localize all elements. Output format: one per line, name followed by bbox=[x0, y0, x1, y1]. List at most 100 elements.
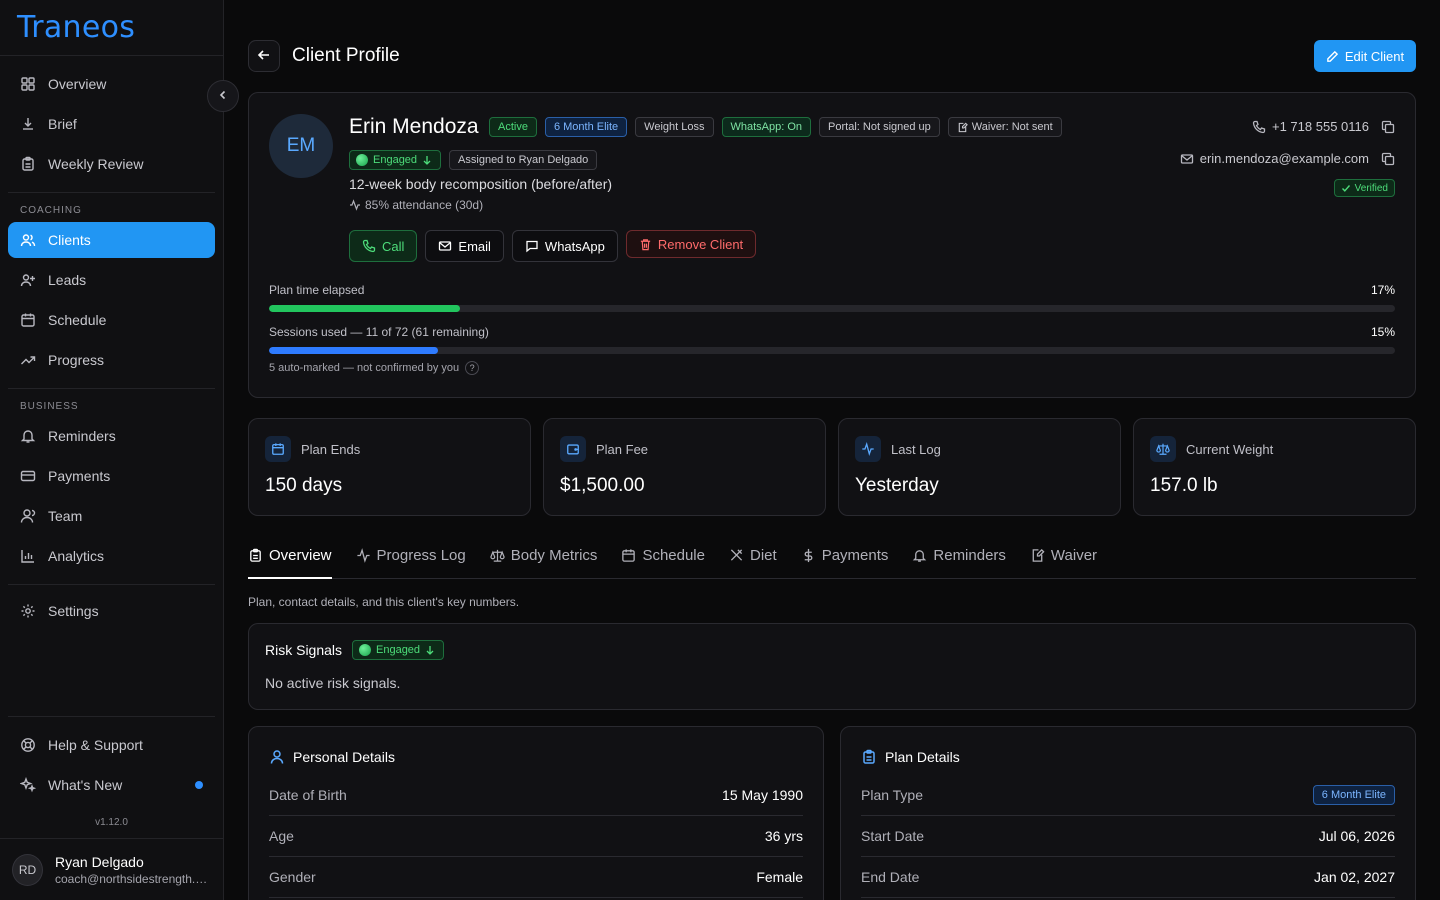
engagement-badge[interactable]: Engaged bbox=[349, 150, 442, 170]
assigned-coach-badge: Assigned to Ryan Delgado bbox=[449, 150, 598, 170]
detail-row-end-date: End Date Jan 02, 2027 bbox=[861, 857, 1395, 898]
users-icon bbox=[20, 232, 36, 248]
tab-reminders[interactable]: Reminders bbox=[912, 542, 1006, 579]
sidebar-item-progress[interactable]: Progress bbox=[8, 342, 215, 378]
sidebar: Traneos Overview Brief Weekly Review COA… bbox=[0, 0, 224, 900]
sidebar-item-reminders[interactable]: Reminders bbox=[8, 418, 215, 454]
sidebar-item-settings[interactable]: Settings bbox=[8, 593, 215, 629]
remove-client-button[interactable]: Remove Client bbox=[625, 230, 757, 258]
tab-payments[interactable]: Payments bbox=[801, 542, 889, 579]
sidebar-item-overview[interactable]: Overview bbox=[8, 66, 215, 102]
email-button[interactable]: Email bbox=[425, 230, 504, 262]
section-title: Plan Details bbox=[885, 749, 960, 765]
sidebar-item-label: Overview bbox=[48, 76, 107, 92]
tab-waiver[interactable]: Waiver bbox=[1030, 542, 1097, 579]
client-avatar: EM bbox=[269, 114, 333, 178]
calendar-icon bbox=[265, 436, 291, 462]
logo[interactable]: Traneos bbox=[0, 0, 223, 56]
sidebar-item-label: Settings bbox=[48, 603, 99, 619]
copy-phone-icon[interactable] bbox=[1381, 120, 1395, 134]
tab-label: Progress Log bbox=[376, 547, 466, 564]
waiver-badge: Waiver: Not sent bbox=[947, 117, 1062, 137]
sidebar-item-whats-new[interactable]: What's New bbox=[8, 767, 215, 803]
sidebar-item-brief[interactable]: Brief bbox=[8, 106, 215, 142]
detail-row-plan-type: Plan Type 6 Month Elite bbox=[861, 775, 1395, 816]
sidebar-item-weekly-review[interactable]: Weekly Review bbox=[8, 146, 215, 182]
section-label-business: BUSINESS bbox=[20, 401, 79, 412]
stat-label: Plan Ends bbox=[301, 442, 361, 457]
remove-client-label: Remove Client bbox=[657, 236, 744, 252]
bell-icon bbox=[912, 548, 927, 563]
portal-badge: Portal: Not signed up bbox=[819, 117, 940, 137]
sidebar-item-schedule[interactable]: Schedule bbox=[8, 302, 215, 338]
sidebar-item-analytics[interactable]: Analytics bbox=[8, 538, 215, 574]
client-name: Erin Mendoza bbox=[349, 115, 479, 138]
mail-icon bbox=[438, 239, 452, 253]
help-icon[interactable]: ? bbox=[465, 361, 480, 375]
stat-label: Current Weight bbox=[1186, 442, 1274, 457]
collapse-sidebar-button[interactable] bbox=[207, 80, 239, 112]
user-email: coach@northsidestrength.com bbox=[55, 871, 211, 886]
email-address[interactable]: erin.mendoza@example.com bbox=[1200, 151, 1369, 166]
plan-elapsed-percent: 17% bbox=[1370, 283, 1395, 297]
detail-value: Jul 06, 2026 bbox=[1318, 828, 1395, 844]
edit-client-button[interactable]: Edit Client bbox=[1314, 40, 1416, 72]
tab-overview[interactable]: Overview bbox=[248, 542, 332, 579]
waiver-badge-label: Waiver: Not sent bbox=[971, 121, 1053, 133]
user-profile[interactable]: RD Ryan Delgado coach@northsidestrength.… bbox=[0, 838, 223, 900]
stat-label: Last Log bbox=[891, 442, 941, 457]
detail-row-start-date: Start Date Jul 06, 2026 bbox=[861, 816, 1395, 857]
stat-value: 150 days bbox=[265, 475, 343, 496]
sidebar-item-label: Help & Support bbox=[48, 737, 143, 753]
sidebar-item-label: Payments bbox=[48, 468, 111, 484]
tab-diet[interactable]: Diet bbox=[729, 542, 777, 579]
brief-icon bbox=[20, 116, 36, 132]
sidebar-item-payments[interactable]: Payments bbox=[8, 458, 215, 494]
auto-marked-text: 5 auto-marked — not confirmed by you bbox=[269, 362, 460, 374]
phone-icon bbox=[1252, 120, 1266, 134]
engagement-label: Engaged bbox=[376, 644, 421, 656]
call-button[interactable]: Call bbox=[349, 230, 418, 262]
engagement-badge[interactable]: Engaged bbox=[352, 640, 445, 660]
detail-key: Age bbox=[269, 828, 294, 844]
back-button[interactable] bbox=[248, 40, 280, 72]
nav-help-group: Help & Support What's New bbox=[0, 717, 223, 813]
scale-icon bbox=[490, 548, 505, 563]
phone-number[interactable]: +1 718 555 0116 bbox=[1272, 119, 1369, 134]
sessions-used-bar bbox=[269, 347, 1395, 354]
trending-up-icon bbox=[20, 352, 36, 368]
tab-label: Waiver bbox=[1050, 547, 1098, 564]
file-edit-icon bbox=[957, 122, 968, 133]
sidebar-item-leads[interactable]: Leads bbox=[8, 262, 215, 298]
gear-icon bbox=[20, 603, 36, 619]
tab-body-metrics[interactable]: Body Metrics bbox=[490, 542, 597, 579]
engaged-dot-icon bbox=[359, 644, 371, 656]
personal-details-card: Personal Details Date of Birth 15 May 19… bbox=[248, 726, 824, 900]
activity-icon bbox=[349, 199, 361, 211]
tab-schedule[interactable]: Schedule bbox=[621, 542, 705, 579]
tab-label: Payments bbox=[821, 547, 889, 564]
user-plus-icon bbox=[20, 272, 36, 288]
detail-value: 15 May 1990 bbox=[722, 787, 803, 803]
client-phone: +1 718 555 0116 bbox=[1252, 119, 1395, 134]
page-header: Client Profile Edit Client bbox=[248, 40, 1416, 72]
sidebar-item-help[interactable]: Help & Support bbox=[8, 727, 215, 763]
sidebar-item-label: Clients bbox=[48, 232, 91, 248]
whatsapp-button[interactable]: WhatsApp bbox=[511, 230, 618, 262]
wallet-icon bbox=[560, 436, 586, 462]
engaged-dot-icon bbox=[356, 154, 368, 166]
detail-value: 36 yrs bbox=[764, 828, 803, 844]
activity-icon bbox=[855, 436, 881, 462]
client-sub-badges: Engaged Assigned to Ryan Delgado bbox=[349, 150, 598, 170]
mail-icon bbox=[1180, 152, 1194, 166]
detail-key: Date of Birth bbox=[269, 787, 347, 803]
sessions-used-fill bbox=[269, 347, 438, 354]
tab-label: Schedule bbox=[642, 547, 705, 564]
tab-progress-log[interactable]: Progress Log bbox=[356, 542, 466, 579]
copy-email-icon[interactable] bbox=[1381, 152, 1395, 166]
sidebar-item-team[interactable]: Team bbox=[8, 498, 215, 534]
sidebar-item-label: Weekly Review bbox=[48, 156, 144, 172]
chevron-left-icon bbox=[217, 88, 229, 104]
sidebar-item-clients[interactable]: Clients bbox=[8, 222, 215, 258]
client-profile-card: EM Erin Mendoza Active 6 Month Elite Wei… bbox=[248, 92, 1416, 398]
